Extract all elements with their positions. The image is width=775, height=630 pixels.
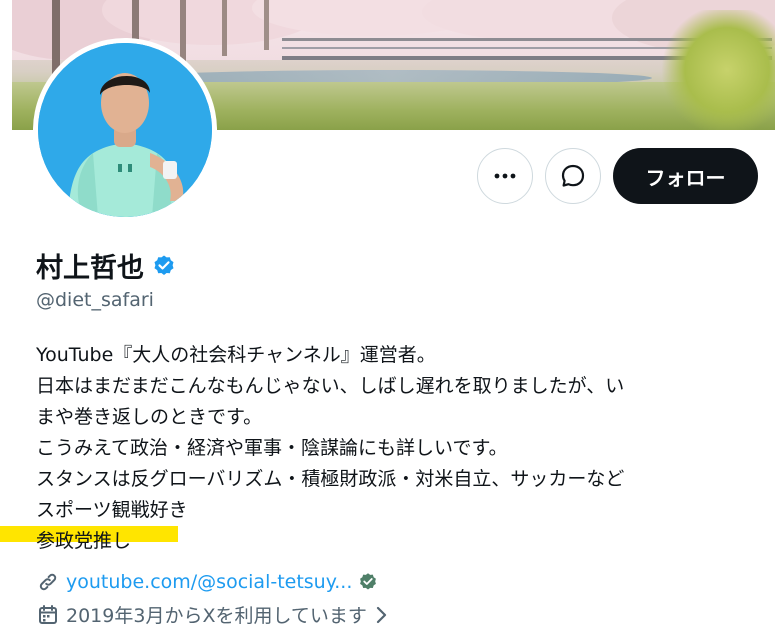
message-icon xyxy=(560,163,586,189)
join-date-text: 2019年3月からXを利用しています xyxy=(66,605,367,627)
bio-line: こうみえて政治・経済や軍事・陰謀論にも詳しいです。 xyxy=(36,437,508,459)
display-name: 村上哲也 xyxy=(36,253,144,284)
bio-line: まや巻き返しのときです。 xyxy=(36,406,263,428)
join-date-row[interactable]: 2019年3月からXを利用しています xyxy=(36,601,389,628)
bio-line: YouTube『大人の社会科チャンネル』運営者。 xyxy=(36,344,436,366)
calendar-icon xyxy=(36,603,60,627)
more-button[interactable] xyxy=(477,148,533,204)
verified-badge-icon[interactable] xyxy=(152,254,176,278)
bio-line: 日本はまだまだこんなもんじゃない、しばし遅れを取りましたが、い xyxy=(36,375,625,397)
avatar[interactable] xyxy=(38,43,212,217)
bio-line: スポーツ観戦好き xyxy=(36,499,188,521)
banner-shrub xyxy=(655,10,775,130)
message-button[interactable] xyxy=(545,148,601,204)
avatar-ring[interactable] xyxy=(33,38,217,222)
chevron-right-icon xyxy=(373,605,389,625)
avatar-photo xyxy=(38,43,212,217)
bio-line: 参政党推し xyxy=(36,530,132,552)
bio-line: スタンスは反グローバリズム・積極財政派・対米自立、サッカーなど xyxy=(36,468,625,490)
more-horizontal-icon xyxy=(494,173,516,179)
user-handle: @diet_safari xyxy=(36,289,154,311)
verified-link-icon xyxy=(358,572,378,592)
name-row: 村上哲也 xyxy=(36,246,176,285)
profile-website-link[interactable]: youtube.com/@social-tetsuy... xyxy=(66,571,352,593)
follow-button[interactable]: フォロー xyxy=(613,148,758,204)
profile-link-row: youtube.com/@social-tetsuy... xyxy=(36,570,378,594)
link-icon xyxy=(36,570,60,594)
profile-bio: YouTube『大人の社会科チャンネル』運営者。 日本はまだまだこんなもんじゃな… xyxy=(36,340,766,557)
